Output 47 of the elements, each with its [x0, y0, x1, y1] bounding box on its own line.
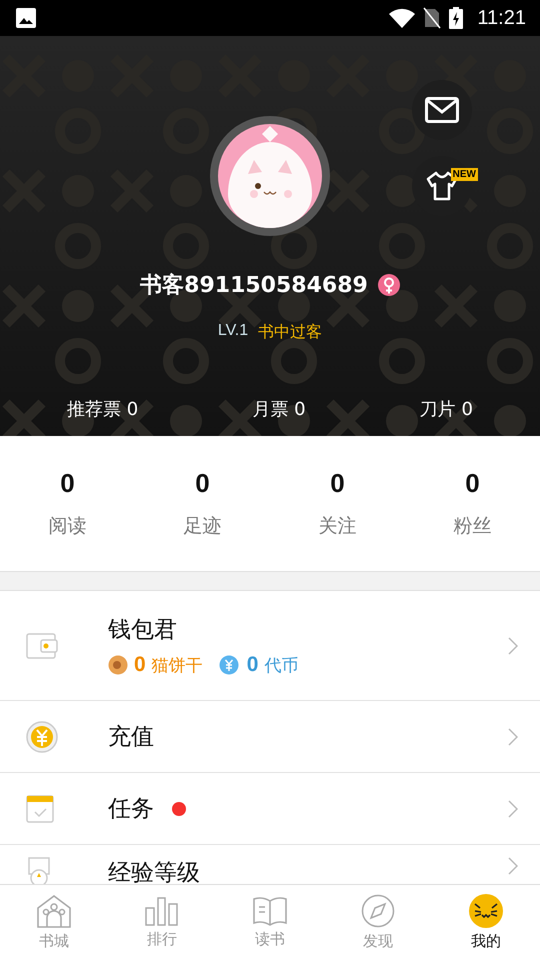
book-icon: [252, 896, 288, 926]
stat-value: 0: [330, 468, 345, 499]
menu-label: 经验等级: [108, 859, 200, 884]
nav-tab[interactable]: 我的: [432, 885, 540, 960]
level-label: LV.1: [218, 322, 248, 341]
ticket-count[interactable]: 推荐票 0: [67, 397, 138, 421]
stat-value: 0: [195, 468, 210, 499]
chevron-right-icon: [508, 728, 518, 746]
ticket-count[interactable]: 刀片 0: [420, 397, 473, 421]
chevron-right-icon: [508, 857, 518, 875]
yuan-coin-icon: [218, 655, 239, 675]
stat-label[interactable]: 阅读: [48, 513, 86, 539]
clock-time: 11:21: [477, 6, 526, 30]
menu-label: 任务: [108, 795, 154, 824]
message-button[interactable]: [412, 80, 472, 140]
house-icon: [36, 894, 72, 928]
biscuit-label: 猫饼干: [152, 654, 203, 676]
stat-label[interactable]: 关注: [318, 513, 356, 539]
compass-icon: [361, 894, 395, 928]
chevron-right-icon: [508, 636, 518, 654]
biscuit-icon: [108, 655, 128, 675]
menu-row[interactable]: 任务: [0, 773, 540, 845]
battery-icon: [449, 7, 464, 29]
stat-value: 0: [60, 468, 75, 499]
stat-label[interactable]: 粉丝: [454, 513, 492, 539]
menu-row[interactable]: 充值: [0, 701, 540, 773]
stat-label[interactable]: 足迹: [184, 513, 222, 539]
user-name: 书客891150584689: [140, 272, 368, 300]
stat-value: 0: [465, 468, 480, 499]
biscuit-count: 0: [134, 653, 146, 677]
coin-count: 0: [246, 653, 258, 677]
mail-icon: [425, 97, 459, 123]
new-badge: NEW: [450, 168, 478, 181]
coin-label: 代币: [264, 654, 298, 676]
menu-label: 充值: [108, 723, 154, 752]
wifi-icon: [389, 8, 416, 28]
image-icon: [16, 8, 36, 28]
level-title: 书中过客: [258, 322, 322, 343]
ticket-count[interactable]: 月票 0: [252, 397, 306, 421]
wallet-icon: [26, 632, 58, 658]
chevron-right-icon: [508, 800, 518, 818]
calendar-check-icon: [26, 794, 54, 822]
no-sim-icon: [423, 7, 442, 29]
wallet-title[interactable]: 钱包君: [108, 614, 508, 645]
cat-face-icon: [469, 894, 503, 928]
yuan-coin-icon: [26, 720, 58, 752]
bar-chart-icon: [144, 896, 180, 926]
